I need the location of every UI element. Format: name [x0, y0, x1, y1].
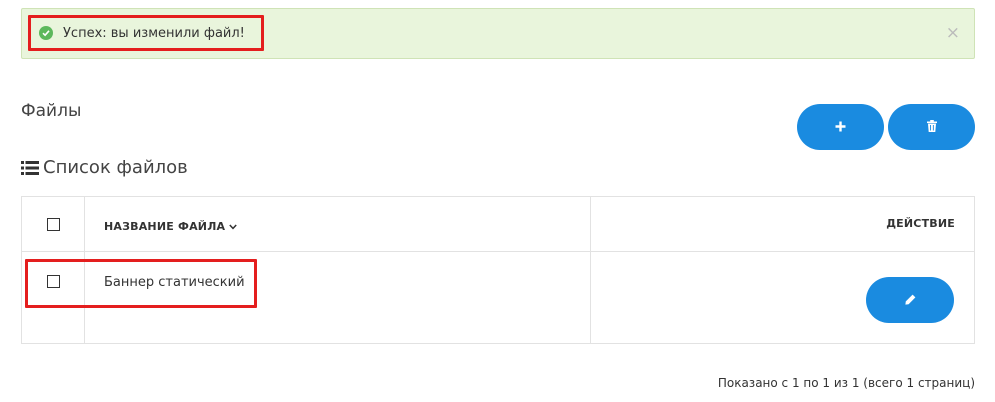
chevron-down-icon: [225, 220, 238, 233]
pencil-icon: [904, 293, 916, 308]
edit-button[interactable]: [866, 277, 954, 323]
pagination-info: Показано с 1 по 1 из 1 (всего 1 страниц): [717, 376, 975, 390]
close-icon[interactable]: ×: [946, 24, 960, 42]
file-name: Баннер статический: [104, 275, 245, 290]
alert-text: Успех: вы изменили файл!: [63, 25, 245, 41]
panel-title: Список файлов: [21, 157, 188, 178]
delete-button[interactable]: [888, 104, 975, 150]
column-divider: [84, 197, 85, 343]
page: Успех: вы изменили файл! × Файлы Список …: [0, 0, 995, 402]
column-header-name[interactable]: НАЗВАНИЕ ФАЙЛА: [104, 220, 238, 233]
files-table: НАЗВАНИЕ ФАЙЛА ДЕЙСТВИЕ Баннер статическ…: [21, 196, 975, 344]
add-button[interactable]: [797, 104, 884, 150]
success-alert: Успех: вы изменили файл! ×: [21, 8, 975, 59]
plus-icon: [835, 120, 846, 135]
alert-message-box: Успех: вы изменили файл!: [28, 15, 264, 51]
row-divider: [22, 251, 974, 252]
list-icon: [21, 160, 39, 175]
panel-title-text: Список файлов: [43, 157, 188, 178]
column-divider: [590, 197, 591, 343]
column-header-name-label: НАЗВАНИЕ ФАЙЛА: [104, 220, 226, 233]
column-header-action: ДЕЙСТВИЕ: [886, 217, 955, 230]
row-checkbox[interactable]: [47, 275, 60, 288]
select-all-checkbox[interactable]: [47, 218, 60, 231]
page-title: Файлы: [21, 101, 82, 121]
check-circle-icon: [39, 26, 53, 40]
trash-icon: [926, 119, 937, 135]
